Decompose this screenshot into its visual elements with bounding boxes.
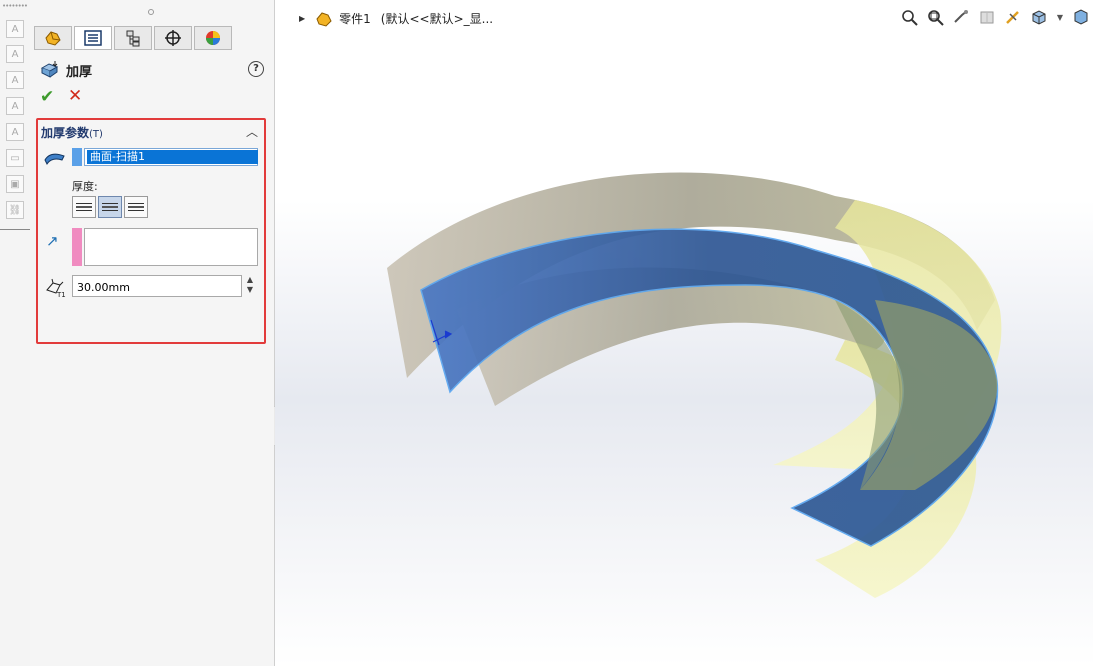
chevron-down-icon[interactable]: ▼: [1055, 7, 1065, 27]
cancel-button[interactable]: ✕: [68, 86, 82, 106]
configuration-icon: [126, 30, 140, 47]
dynamic-annotation-icon[interactable]: [1003, 7, 1023, 27]
tab-display-manager[interactable]: [194, 26, 232, 50]
group-title-text: 加厚参数: [41, 126, 90, 140]
feature-header: 加厚 ?: [40, 60, 264, 82]
heads-up-view-toolbar: ▼: [893, 7, 1091, 27]
part-configuration[interactable]: (默认<<默认>_显...: [381, 10, 493, 27]
manager-tabs: [34, 26, 234, 52]
direction-color-swatch: [72, 228, 82, 266]
target-icon: [165, 30, 181, 46]
edit-text-icon[interactable]: A: [6, 45, 24, 63]
tree-expand-icon[interactable]: ▶: [299, 14, 305, 23]
appearance-icon: [206, 31, 220, 45]
text-style-icon[interactable]: A: [6, 123, 24, 141]
panel-grip-icon[interactable]: [148, 9, 154, 15]
svg-text:T1: T1: [56, 291, 66, 298]
tab-dimxpert[interactable]: [154, 26, 192, 50]
selection-color-swatch: [72, 148, 82, 166]
selected-surface-item[interactable]: 曲面-扫描1: [87, 150, 258, 164]
direction-selection-box[interactable]: [84, 228, 258, 266]
part-icon: [316, 11, 332, 27]
left-command-strip: •••••••• A A A A A ▭ ▣ ⛓: [0, 0, 31, 666]
format-text-icon[interactable]: A: [6, 71, 24, 89]
part-icon: [45, 31, 61, 46]
thicken-side2-button[interactable]: [124, 196, 148, 218]
surface-selection-icon: [44, 153, 65, 166]
frame-icon[interactable]: ▣: [6, 175, 24, 193]
copy-format-icon[interactable]: ▭: [6, 149, 24, 167]
thickness-side-buttons: [72, 196, 150, 218]
feature-tree-breadcrumb[interactable]: ▶ 零件1 (默认<<默认>_显...: [299, 10, 493, 27]
zoom-to-fit-icon[interactable]: [899, 7, 919, 27]
thickness-value-icon: T1: [46, 278, 66, 298]
section-view-icon[interactable]: [977, 7, 997, 27]
view-orientation-icon[interactable]: [1029, 7, 1049, 27]
display-style-icon[interactable]: [1071, 7, 1091, 27]
help-icon[interactable]: ?: [248, 61, 264, 77]
feature-title: 加厚: [66, 65, 93, 80]
thickness-spinner[interactable]: ▲ ▼: [244, 275, 256, 297]
previous-view-icon[interactable]: [951, 7, 971, 27]
tab-propertymanager[interactable]: [74, 26, 112, 50]
link-icon[interactable]: ⛓: [6, 201, 24, 219]
direction-arrow-icon: ↗: [46, 232, 59, 250]
graphics-area[interactable]: ▶ 零件1 (默认<<默认>_显... ▼: [275, 0, 1093, 666]
surface-selection-box[interactable]: 曲面-扫描1: [84, 148, 258, 166]
thickness-label: 厚度:: [72, 180, 98, 193]
3d-model-view[interactable]: [275, 0, 1093, 666]
strip-divider: [0, 229, 30, 230]
thicken-both-sides-button[interactable]: [98, 196, 122, 218]
grip-dots: ••••••••: [2, 2, 28, 10]
sketch-text-icon[interactable]: A: [6, 20, 24, 38]
zoom-to-area-icon[interactable]: [925, 7, 945, 27]
property-manager-panel: 加厚 ? ✔ ✕ 加厚参数(T) ︿ 曲面-扫描1 厚度: ↗ T1 30.00…: [30, 0, 275, 666]
group-shortcut: (T): [89, 129, 103, 140]
part-name[interactable]: 零件1: [339, 10, 371, 27]
add-text-icon[interactable]: A: [6, 97, 24, 115]
tab-featuremanager[interactable]: [34, 26, 72, 50]
thicken-side1-button[interactable]: [72, 196, 96, 218]
group-title[interactable]: 加厚参数(T): [41, 124, 103, 141]
thicken-parameters-group: 加厚参数(T) ︿ 曲面-扫描1 厚度: ↗ T1 ▲▼: [36, 118, 266, 344]
thicken-feature-icon: [40, 61, 59, 78]
thickness-value-input[interactable]: [72, 275, 242, 297]
ok-button[interactable]: ✔: [40, 87, 54, 107]
tab-configurationmanager[interactable]: [114, 26, 152, 50]
chevron-up-icon[interactable]: ︿: [246, 123, 258, 140]
property-list-icon: [84, 30, 102, 46]
